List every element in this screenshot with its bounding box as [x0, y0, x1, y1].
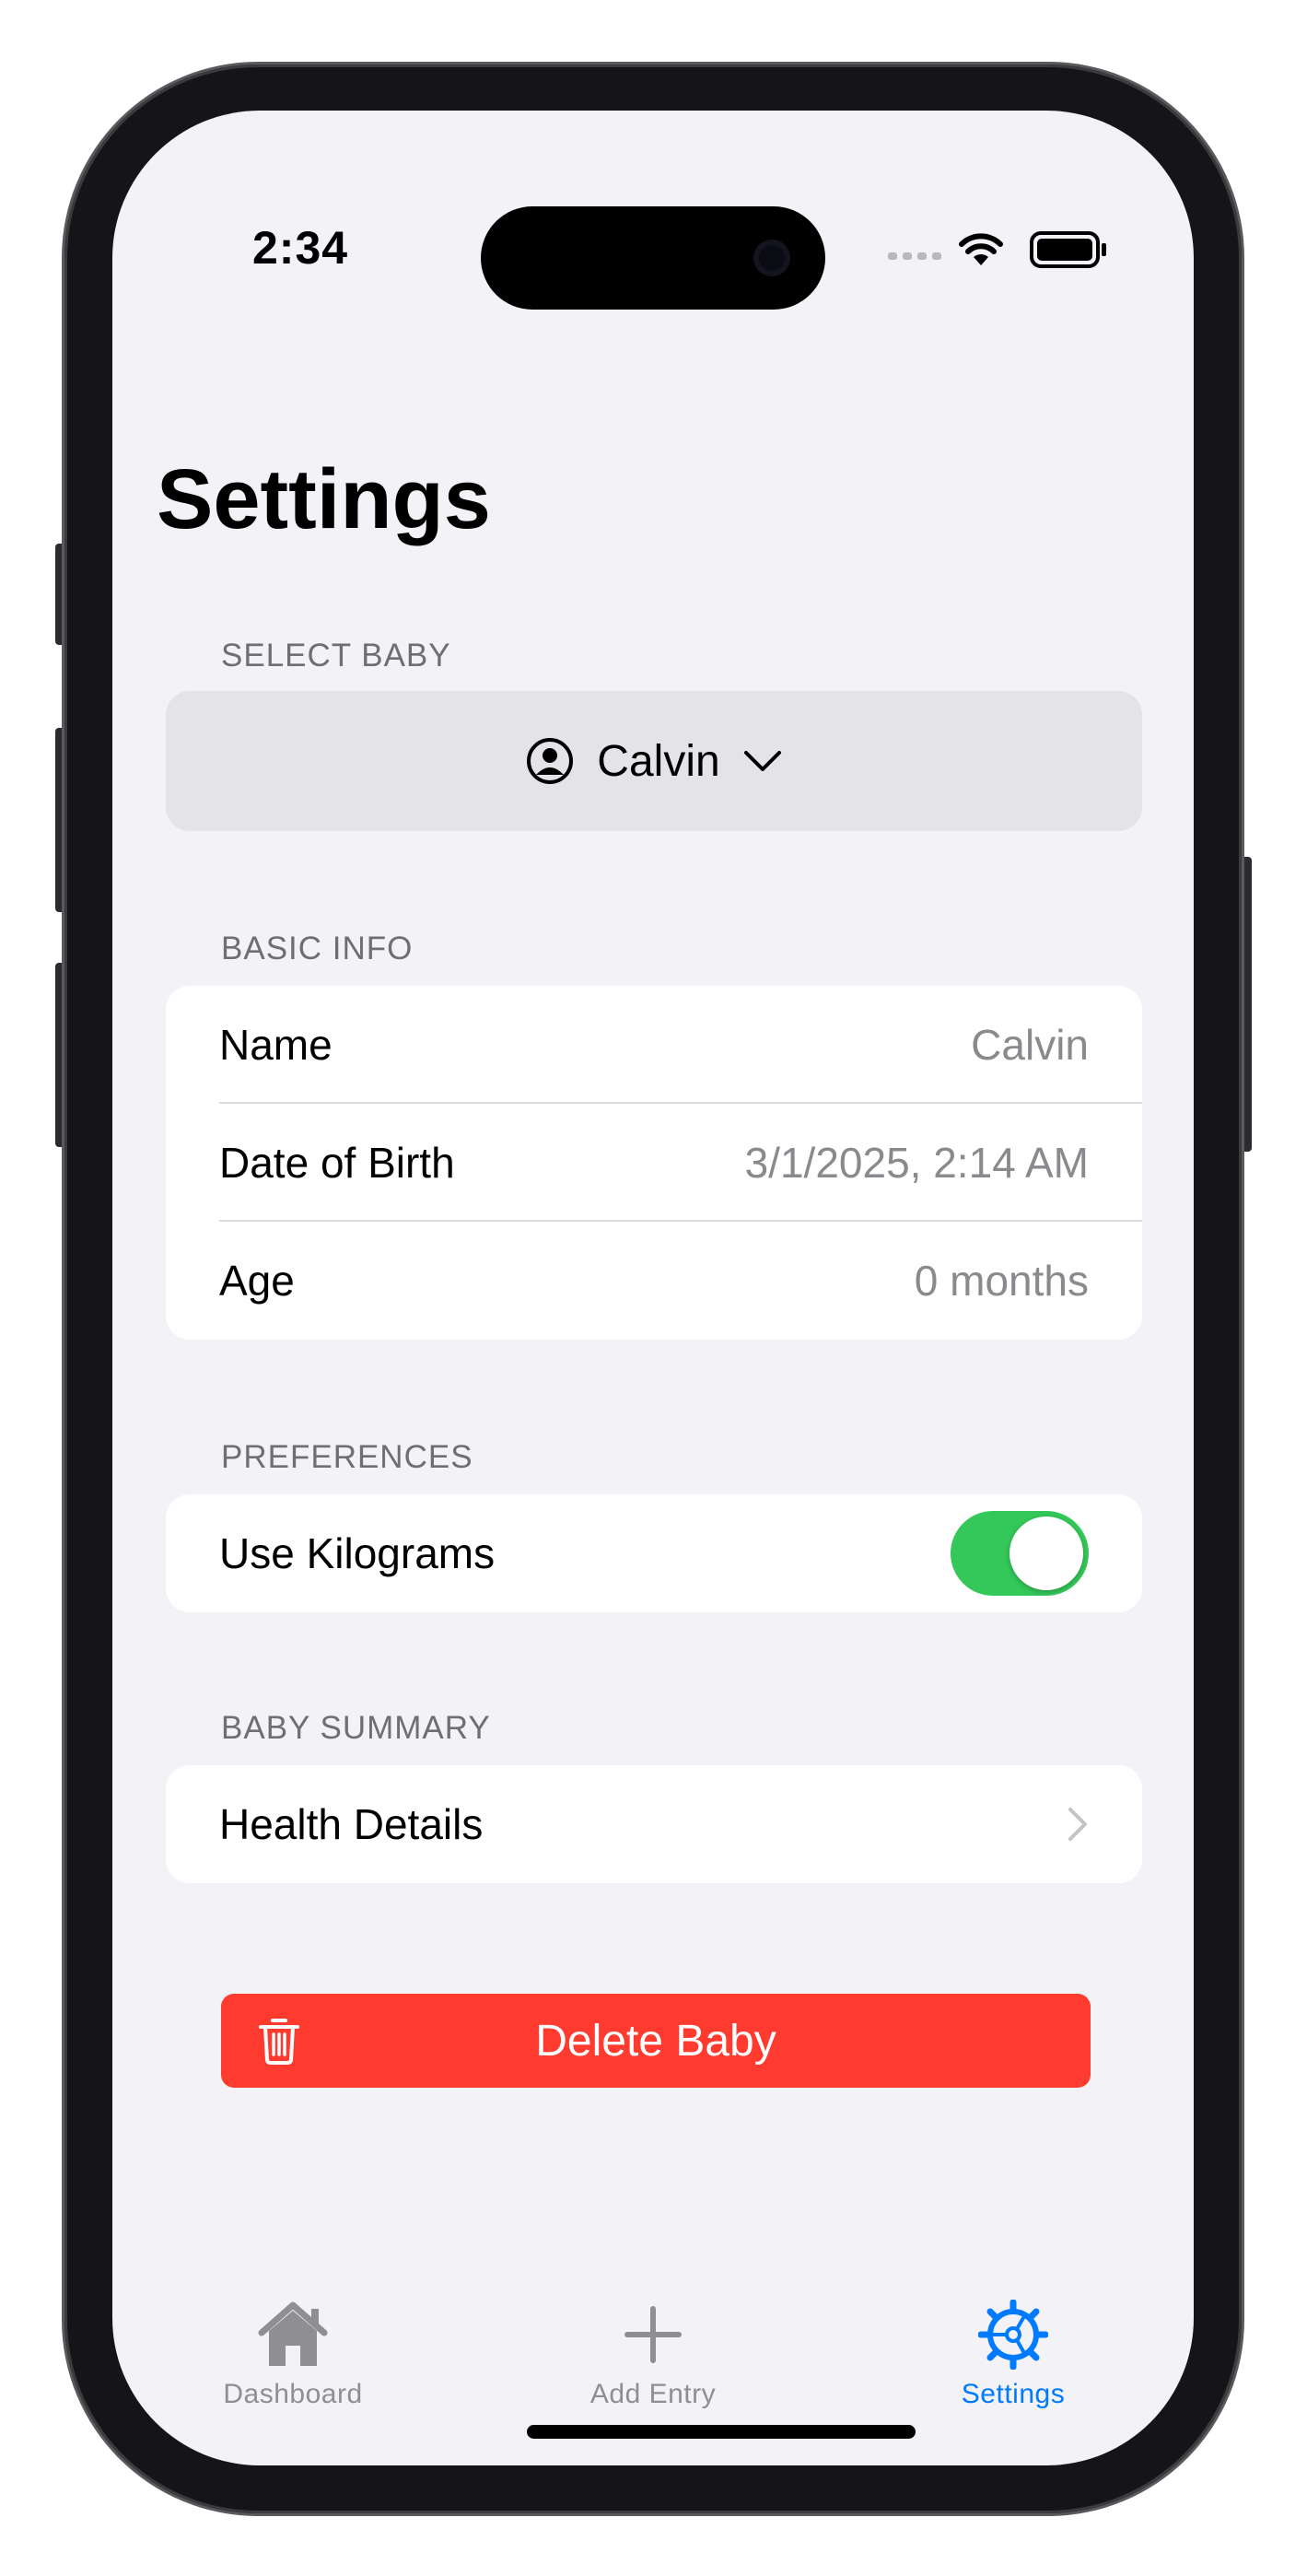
page-title: Settings	[157, 452, 491, 546]
phone-frame: 2:34 Settings SELECT BABY Calvin BASIC I…	[64, 64, 1242, 2513]
delete-baby-label: Delete Baby	[535, 2016, 776, 2066]
tab-add-entry[interactable]: Add Entry	[515, 2300, 791, 2410]
baby-picker[interactable]: Calvin	[166, 691, 1142, 831]
battery-icon	[1030, 231, 1106, 268]
chevron-down-icon	[743, 751, 781, 771]
health-details-label: Health Details	[219, 1800, 484, 1848]
wifi-icon	[959, 233, 1003, 265]
trash-icon	[259, 2019, 299, 2065]
device-mockup: 2:34 Settings SELECT BABY Calvin BASIC I…	[0, 0, 1307, 2576]
name-label: Name	[219, 1021, 333, 1069]
basic-info-header: BASIC INFO	[221, 931, 414, 966]
tab-add-entry-label: Add Entry	[589, 2379, 717, 2409]
date-of-birth-value: 3/1/2025, 2:14 AM	[744, 1139, 1089, 1187]
toggle-knob	[1009, 1516, 1083, 1590]
preferences-card: Use Kilograms	[166, 1494, 1142, 1612]
select-baby-header: SELECT BABY	[221, 638, 451, 673]
person-circle-icon	[527, 738, 574, 784]
baby-summary-header: BABY SUMMARY	[221, 1710, 491, 1746]
tab-settings[interactable]: Settings	[875, 2300, 1151, 2410]
tab-settings-label: Settings	[961, 2379, 1066, 2409]
delete-baby-button[interactable]: Delete Baby	[221, 1994, 1091, 2088]
camera-icon	[753, 240, 790, 276]
tab-dashboard[interactable]: Dashboard	[155, 2300, 431, 2410]
age-value: 0 months	[914, 1257, 1089, 1305]
chevron-right-icon	[1068, 1808, 1087, 1841]
use-kilograms-toggle[interactable]	[951, 1511, 1089, 1596]
house-icon	[258, 2301, 328, 2366]
age-row: Age 0 months	[166, 1222, 1142, 1340]
baby-summary-card: Health Details	[166, 1765, 1142, 1883]
cellular-signal-icon	[888, 252, 941, 260]
health-details-row[interactable]: Health Details	[166, 1765, 1142, 1883]
gear-icon	[978, 2300, 1048, 2370]
basic-info-card: Name Calvin Date of Birth 3/1/2025, 2:14…	[166, 986, 1142, 1340]
name-value: Calvin	[971, 1021, 1089, 1069]
status-time: 2:34	[252, 222, 349, 274]
preferences-header: PREFERENCES	[221, 1439, 473, 1475]
date-of-birth-row: Date of Birth 3/1/2025, 2:14 AM	[166, 1104, 1142, 1222]
plus-icon	[624, 2306, 682, 2363]
use-kilograms-label: Use Kilograms	[219, 1529, 496, 1577]
home-indicator	[527, 2425, 916, 2439]
date-of-birth-label: Date of Birth	[219, 1139, 455, 1187]
selected-baby-name: Calvin	[597, 736, 720, 786]
dynamic-island	[481, 206, 825, 310]
name-row: Name Calvin	[166, 986, 1142, 1104]
screen: 2:34 Settings SELECT BABY Calvin BASIC I…	[112, 111, 1194, 2465]
tab-dashboard-label: Dashboard	[223, 2379, 363, 2409]
age-label: Age	[219, 1257, 295, 1305]
use-kilograms-row: Use Kilograms	[166, 1494, 1142, 1612]
